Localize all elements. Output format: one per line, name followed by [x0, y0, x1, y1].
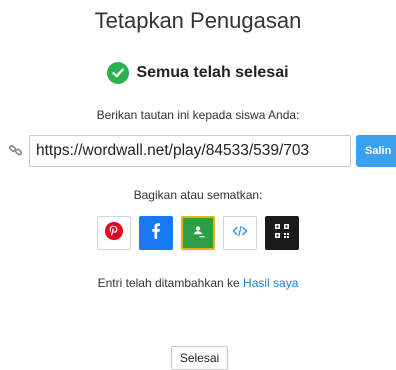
- link-row: https://wordwall.net/play/84533/539/703 …: [0, 135, 396, 169]
- status-row: Semua telah selesai: [0, 62, 396, 84]
- my-results-link[interactable]: Hasil saya: [243, 276, 298, 290]
- done-button[interactable]: Selesai: [171, 346, 228, 370]
- google-classroom-icon: [188, 221, 208, 246]
- check-circle-icon: [107, 62, 130, 84]
- qr-code-icon: [274, 223, 290, 244]
- pinterest-icon: [104, 221, 124, 246]
- share-buttons: [0, 216, 396, 250]
- share-url-field[interactable]: https://wordwall.net/play/84533/539/703: [29, 135, 351, 167]
- facebook-icon: [146, 221, 166, 246]
- assign-dialog: Tetapkan Penugasan Semua telah selesai B…: [0, 0, 396, 370]
- embed-code-icon: [230, 221, 250, 246]
- entry-note-text: Entri telah ditambahkan ke: [97, 276, 244, 290]
- pinterest-button[interactable]: [97, 216, 131, 250]
- status-text: Semua telah selesai: [136, 64, 289, 81]
- link-icon: [8, 142, 24, 158]
- copy-button[interactable]: Salin: [356, 135, 396, 167]
- dialog-title: Tetapkan Penugasan: [94, 8, 302, 33]
- entry-note: Entri telah ditambahkan ke Hasil saya: [0, 276, 396, 290]
- embed-button[interactable]: [223, 216, 257, 250]
- share-instruction: Berikan tautan ini kepada siswa Anda:: [96, 108, 300, 122]
- share-label: Bagikan atau sematkan:: [133, 188, 263, 202]
- qr-code-button[interactable]: [265, 216, 299, 250]
- google-classroom-button[interactable]: [181, 216, 215, 250]
- facebook-button[interactable]: [139, 216, 173, 250]
